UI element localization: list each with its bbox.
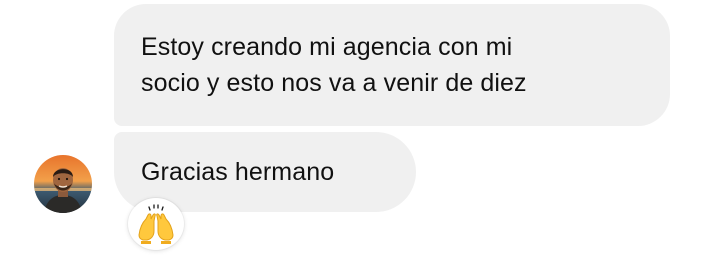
raising-hands-icon	[138, 204, 174, 244]
message-line: Estoy creando mi agencia con mi	[141, 33, 513, 61]
chat-thread: Estoy creando mi agencia con mi socio y …	[0, 0, 720, 260]
contact-avatar[interactable]	[34, 155, 92, 213]
message-reaction[interactable]	[128, 198, 184, 250]
message-line: socio y esto nos va a venir de diez	[141, 69, 527, 97]
message-bubble[interactable]: Estoy creando mi agencia con mi socio y …	[114, 4, 670, 126]
message-text: Gracias hermano	[141, 158, 335, 186]
